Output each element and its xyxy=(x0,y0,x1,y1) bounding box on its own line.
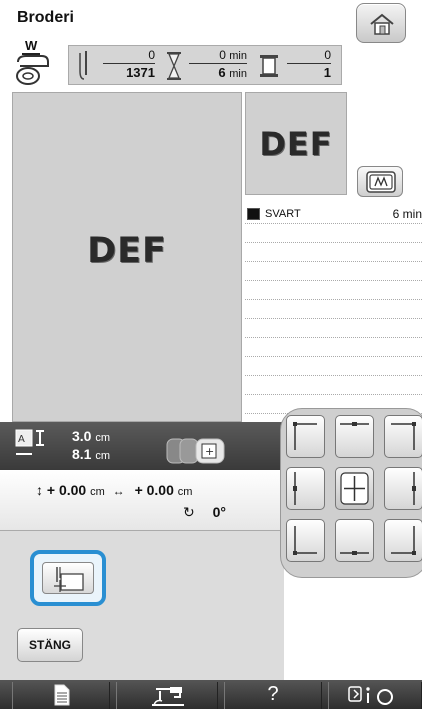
stitch-total: 1371 xyxy=(126,65,155,80)
thread-name: SVART xyxy=(265,208,301,220)
frame-display-button[interactable] xyxy=(357,166,403,197)
list-item-empty xyxy=(245,319,422,338)
close-button[interactable]: STÄNG xyxy=(17,628,83,662)
document-icon xyxy=(54,684,70,706)
move-down-button[interactable] xyxy=(335,519,374,562)
spool-icon xyxy=(260,55,278,77)
vertical-offset-unit: cm xyxy=(90,486,105,498)
list-item-empty xyxy=(245,300,422,319)
stitch-current: 0 xyxy=(103,48,155,64)
move-up-right-button[interactable] xyxy=(384,415,422,458)
arrow-down-right-icon xyxy=(391,526,416,555)
center-button[interactable] xyxy=(335,467,374,510)
design-size: 3.0 cm 8.1 cm xyxy=(72,428,110,464)
arrow-down-left-icon xyxy=(293,526,317,555)
design-text: DEF xyxy=(87,231,167,271)
frame-icon xyxy=(366,171,396,193)
machine-button[interactable] xyxy=(116,682,218,709)
horizontal-offset-unit: cm xyxy=(177,486,193,498)
width-value: 8.1 xyxy=(72,446,92,462)
document-button[interactable] xyxy=(12,682,110,709)
hourglass-icon xyxy=(167,52,181,80)
thumbnail-design-text: DEF xyxy=(259,125,333,163)
horizontal-arrow-icon: ↔ xyxy=(112,484,125,498)
presser-foot-indicator: W xyxy=(14,38,50,88)
start-point-button-face xyxy=(42,562,94,594)
width-unit: cm xyxy=(95,450,111,462)
arrow-left-icon xyxy=(293,472,297,505)
time-current: 0 xyxy=(219,48,226,62)
height-value: 3.0 xyxy=(72,428,92,444)
design-thumbnail: DEF xyxy=(245,92,347,195)
list-item-empty xyxy=(245,281,422,300)
list-item-empty xyxy=(245,338,422,357)
list-item[interactable]: SVART 6 min xyxy=(245,205,422,224)
list-item-empty xyxy=(245,224,422,243)
rotation-icon: ↻ xyxy=(183,504,195,520)
color-total: 1 xyxy=(323,65,331,80)
help-button[interactable]: ? xyxy=(224,682,322,709)
svg-text:A: A xyxy=(18,434,25,445)
move-up-button[interactable] xyxy=(335,415,374,458)
list-item-empty xyxy=(245,376,422,395)
vertical-offset: ↕ + 0.00 cm ↔ + 0.00 cm xyxy=(36,482,192,498)
home-button[interactable] xyxy=(356,3,406,43)
move-up-left-button[interactable] xyxy=(286,415,325,458)
page-title: Broderi xyxy=(17,9,74,26)
horizontal-offset-value: + 0.00 xyxy=(134,482,174,498)
settings-button[interactable] xyxy=(328,682,422,709)
svg-text:+: + xyxy=(205,445,214,458)
height-unit: cm xyxy=(95,432,111,444)
center-icon xyxy=(340,472,369,505)
thread-color-swatch xyxy=(247,208,260,220)
list-item-empty xyxy=(245,262,422,281)
frame-size-icon: + xyxy=(166,438,225,464)
needle-icon xyxy=(79,51,87,80)
rotation: ↻ 0° xyxy=(183,504,226,521)
thread-color-list: SVART 6 min xyxy=(245,205,422,417)
list-item-empty xyxy=(245,357,422,376)
start-point-button[interactable] xyxy=(30,550,106,606)
help-label: ? xyxy=(267,683,279,705)
rotation-value: 0° xyxy=(212,504,227,520)
settings-icon xyxy=(348,686,393,705)
position-pad xyxy=(280,408,422,578)
size-icon: A xyxy=(15,429,44,455)
time-counter: 0 min 6 min xyxy=(189,48,247,80)
stitch-counter: 0 1371 xyxy=(103,48,155,80)
thread-time: 6 min xyxy=(392,207,422,221)
vertical-offset-value: + 0.00 xyxy=(46,482,87,498)
time-unit-total: min xyxy=(229,68,247,80)
color-counter: 0 1 xyxy=(287,48,331,80)
arrow-right-icon xyxy=(412,472,416,505)
position-panel: ↕ + 0.00 cm ↔ + 0.00 cm ↻ 0° xyxy=(0,470,284,537)
time-unit: min xyxy=(229,50,247,62)
move-down-left-button[interactable] xyxy=(286,519,325,562)
arrow-down-icon xyxy=(340,551,369,555)
presser-foot-label: W xyxy=(22,38,41,55)
status-strip: 0 1371 0 min 6 min 0 1 xyxy=(68,45,342,85)
home-icon xyxy=(370,13,394,35)
arrow-up-right-icon xyxy=(391,422,416,450)
move-left-button[interactable] xyxy=(286,467,325,510)
time-total: 6 xyxy=(218,65,226,80)
arrow-up-left-icon xyxy=(293,422,317,450)
vertical-arrow-icon: ↕ xyxy=(36,482,43,498)
start-point-icon xyxy=(54,567,84,592)
machine-icon xyxy=(152,687,184,706)
list-item-empty xyxy=(245,243,422,262)
color-current: 0 xyxy=(287,48,331,64)
presser-foot-icon xyxy=(16,55,49,85)
embroidery-preview[interactable]: DEF xyxy=(12,92,242,422)
move-down-right-button[interactable] xyxy=(384,519,422,562)
arrow-up-icon xyxy=(340,422,369,426)
move-right-button[interactable] xyxy=(384,467,422,510)
